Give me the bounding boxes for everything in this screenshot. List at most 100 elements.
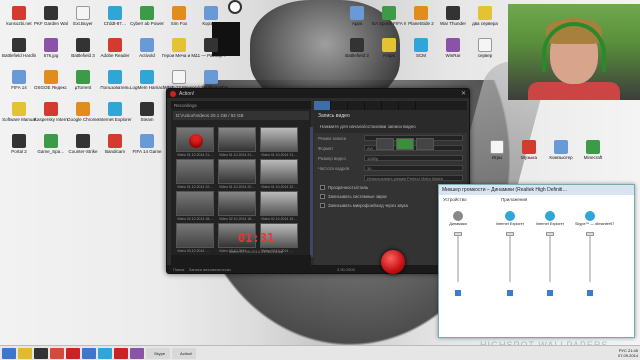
- tab-video-record[interactable]: [314, 101, 331, 110]
- speaker-icon[interactable]: [587, 290, 593, 296]
- volume-mixer-window[interactable]: Микшер громкости – Динамики (Realtek Hig…: [438, 184, 635, 338]
- tab-settings[interactable]: [399, 101, 416, 110]
- desktop-icon[interactable]: OSGOE Яндекс Ru.vps: [34, 70, 68, 90]
- desktop-icon[interactable]: Adobe Photoshop: [194, 70, 228, 90]
- desktop-icon[interactable]: Portal 2: [2, 134, 36, 154]
- close-icon[interactable]: ✕: [461, 90, 466, 97]
- checkbox-icon[interactable]: [320, 185, 325, 190]
- volume-slider[interactable]: [586, 232, 594, 282]
- tray-date[interactable]: 07.09.2014: [618, 353, 638, 358]
- desktop-icon[interactable]: LogMeIn Hamachi: [130, 70, 164, 90]
- recording-thumbnail[interactable]: Video 01.10.2014 22-…: [218, 159, 256, 189]
- volume-slider-thumb[interactable]: [546, 232, 554, 236]
- desktop-icon[interactable]: Ext.Buyer: [66, 6, 100, 26]
- desktop-icon[interactable]: Музыка: [512, 140, 546, 160]
- desktop-icon[interactable]: WMF-13 Меню: [162, 70, 196, 90]
- recording-thumbnail[interactable]: Video 02.10.2014 18-…: [176, 191, 214, 221]
- speaker-icon[interactable]: [507, 290, 513, 296]
- volume-slider-thumb[interactable]: [586, 232, 594, 236]
- volume-slider[interactable]: [454, 232, 462, 282]
- speaker-icon[interactable]: [547, 290, 553, 296]
- mode-window-button[interactable]: [376, 138, 394, 150]
- desktop-icon[interactable]: Activold: [130, 38, 164, 58]
- recording-thumbnail[interactable]: Video 01.10.2014 21-…: [218, 127, 256, 157]
- desktop-icon[interactable]: Counter-Strike: [66, 134, 100, 154]
- desktop-icon[interactable]: WinRar: [436, 38, 470, 58]
- tab-timeshift[interactable]: [365, 101, 382, 110]
- taskbar-item[interactable]: [130, 347, 144, 359]
- taskbar-item[interactable]: [98, 347, 112, 359]
- recorder-window[interactable]: Action! ✕ Recordings D:\Action\Videos 20…: [166, 88, 470, 274]
- desktop-icon[interactable]: сервер: [468, 38, 502, 58]
- settings-row-value[interactable]: 30: [364, 165, 463, 171]
- desktop-icon[interactable]: Fraps: [372, 38, 406, 58]
- speaker-icon[interactable]: [455, 290, 461, 296]
- desktop-icon[interactable]: Adobe Reader: [98, 38, 132, 58]
- desktop-icon[interactable]: Ct'ddt-87…: [98, 6, 132, 26]
- desktop-icon[interactable]: Software Manual: [2, 102, 36, 122]
- recording-thumbnail[interactable]: Video 01.10.2014 22-…: [176, 159, 214, 189]
- recording-thumbnail[interactable]: Video 01.10.2014 22-…: [260, 159, 298, 189]
- desktop-icon[interactable]: два сервера: [468, 6, 502, 26]
- desktop-icon[interactable]: FIFA 14: [2, 70, 36, 90]
- record-button[interactable]: [381, 250, 405, 274]
- desktop-icon[interactable]: Герои Меча и Магии: [162, 38, 196, 58]
- volume-slider-thumb[interactable]: [454, 232, 462, 236]
- desktop-icon[interactable]: Пользователь: [98, 70, 132, 90]
- recording-thumbnail[interactable]: Video 02.10.2014 18-…: [218, 191, 256, 221]
- volume-slider[interactable]: [506, 232, 514, 282]
- recording-thumbnail[interactable]: Video 03.10.2014 …: [176, 223, 214, 253]
- taskbar-item[interactable]: [50, 347, 64, 359]
- desktop-icon[interactable]: µTorrent: [66, 70, 100, 90]
- recording-thumbnail[interactable]: Video 01.10.2014 21-…: [176, 127, 214, 157]
- settings-row-value[interactable]: 1280p: [364, 155, 463, 161]
- tab-live[interactable]: [331, 101, 348, 110]
- taskbar-item[interactable]: [18, 347, 32, 359]
- mode-desktop-button[interactable]: [416, 138, 434, 150]
- desktop-icon[interactable]: Battlefield Hardline Beta: [2, 38, 36, 58]
- desktop-icon[interactable]: Kaspersky Internet Sec.: [34, 102, 68, 122]
- settings-row-value[interactable]: Использовать режим Perfect Video Match: [364, 175, 463, 181]
- desktop-icon[interactable]: Steam: [130, 102, 164, 122]
- desktop-icon[interactable]: Sim Fox: [162, 6, 196, 26]
- desktop-icon[interactable]: Компьютер: [544, 140, 578, 160]
- desktop-icon[interactable]: Google Chrome: [66, 102, 100, 122]
- recordings-scrollbar[interactable]: [310, 127, 313, 257]
- desktop-icon[interactable]: Cyber! ab PowerDV…: [130, 6, 164, 26]
- desktop-icon[interactable]: Корзина: [194, 6, 228, 26]
- recording-thumbnail[interactable]: Video 02.10.2014 19-…: [260, 191, 298, 221]
- desktop-icon[interactable]: Internet Explorer: [98, 102, 132, 122]
- desktop-icon[interactable]: Battlefield 3: [340, 38, 374, 58]
- recordings-path[interactable]: D:\Action\Videos 20.1 GB / 92 GB: [173, 111, 309, 120]
- taskbar-item[interactable]: [114, 347, 128, 359]
- desktop-icon[interactable]: War Thunder: [436, 6, 470, 26]
- taskbar-item[interactable]: [34, 347, 48, 359]
- recorder-titlebar[interactable]: Action! ✕: [167, 89, 469, 98]
- desktop-icon[interactable]: Battlefield 3: [66, 38, 100, 58]
- taskbar-item[interactable]: [66, 347, 80, 359]
- checkbox-icon[interactable]: [320, 194, 325, 199]
- recording-thumbnail[interactable]: Video 01.10.2014 21-…: [260, 127, 298, 157]
- volume-slider-thumb[interactable]: [506, 232, 514, 236]
- tab-audio[interactable]: [348, 101, 365, 110]
- desktop-icon[interactable]: SCM: [404, 38, 438, 58]
- desktop-icon[interactable]: 576.jpg: [34, 38, 68, 58]
- checkbox-icon[interactable]: [320, 203, 325, 208]
- desktop-icon[interactable]: EA Sports FIFA World: [372, 6, 406, 26]
- taskbar-item[interactable]: [82, 347, 96, 359]
- desktop-icon[interactable]: Game_Spa…: [34, 134, 68, 154]
- desktop-icon[interactable]: Bandicam: [98, 134, 132, 154]
- desktop-icon[interactable]: Apps: [340, 6, 374, 26]
- desktop-icon[interactable]: PKF Garden Walker: [34, 6, 68, 26]
- start-button[interactable]: [2, 347, 16, 359]
- taskbar-item[interactable]: Action!: [172, 347, 196, 359]
- desktop-icon[interactable]: PlanetSide 2: [404, 6, 438, 26]
- desktop-icon[interactable]: Игры: [480, 140, 514, 160]
- desktop-icon[interactable]: 11 — Разбор…: [194, 38, 228, 58]
- tab-screenshot[interactable]: [382, 101, 399, 110]
- mode-game-button[interactable]: [396, 138, 414, 150]
- taskbar-item[interactable]: Skype: [146, 347, 170, 359]
- desktop-icon[interactable]: FIFA 14 Game: [130, 134, 164, 154]
- volume-slider[interactable]: [546, 232, 554, 282]
- desktop-icon[interactable]: Minecraft: [576, 140, 610, 160]
